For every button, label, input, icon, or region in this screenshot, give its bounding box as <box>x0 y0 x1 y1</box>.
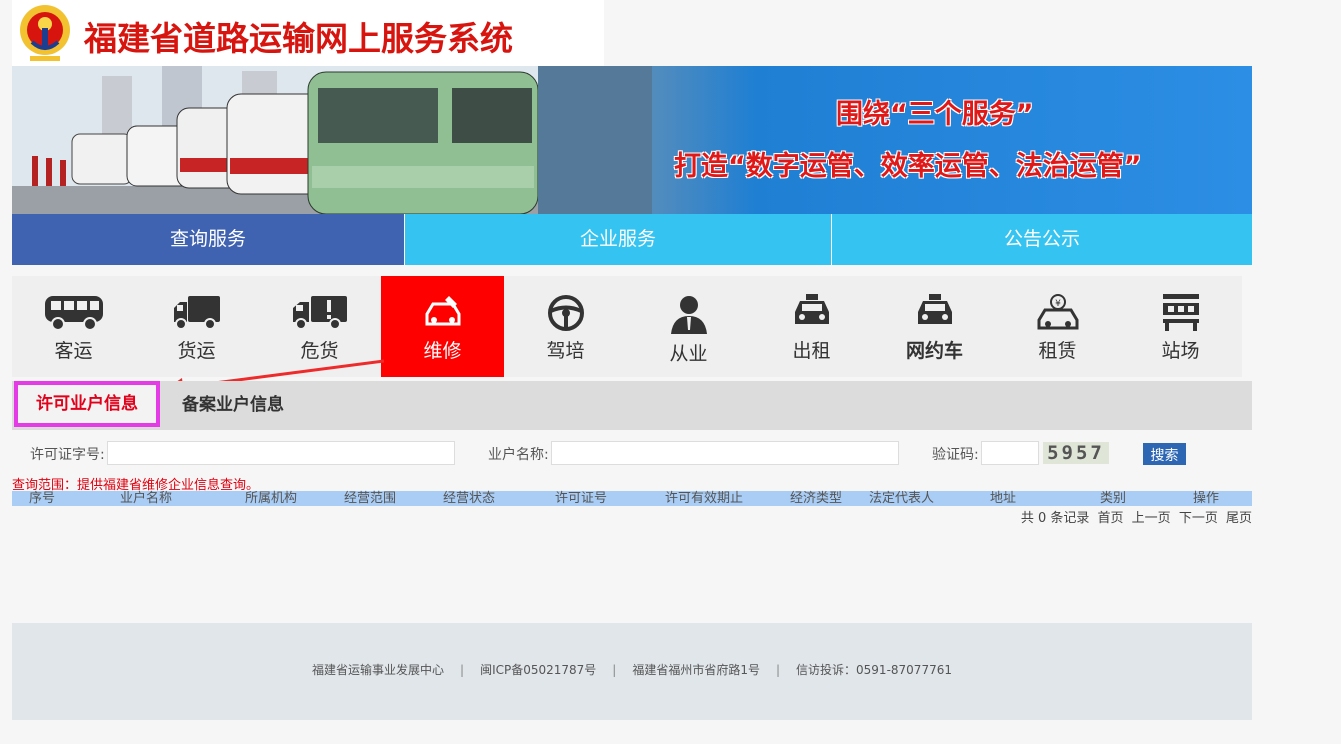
category-label: 租赁 <box>1038 340 1077 362</box>
column-header: 许可证号 <box>555 491 608 506</box>
banner-slogan-line2: 打造“数字运管、效率运管、法治运管” <box>674 151 1142 182</box>
pagination: 共 0 条记录 首页 上一页 下一页 尾页 <box>1017 507 1252 526</box>
captcha-input[interactable] <box>981 441 1039 465</box>
car-repair-icon <box>425 296 460 326</box>
tab-licensed-businesses[interactable]: 许可业户信息 <box>14 381 160 427</box>
nav-tab-enterprise-service[interactable]: 企业服务 <box>405 214 832 265</box>
sub-tabs: 许可业户信息 备案业户信息 <box>12 381 1252 430</box>
person-icon <box>670 296 707 334</box>
footer-info: 福建省运输事业发展中心 | 闽ICP备05021787号 | 福建省福州市省府路1号 | 信… <box>312 663 952 677</box>
bus-fleet-image <box>12 66 652 214</box>
column-header: 法定代表人 <box>869 491 935 506</box>
category-station[interactable]: 站场 <box>1119 276 1242 377</box>
banner: 围绕“三个服务” 打造“数字运管、效率运管、法治运管” <box>12 66 1252 214</box>
column-header: 类别 <box>1100 491 1127 506</box>
record-count: 共 0 条记录 <box>1020 511 1090 526</box>
footer-icp[interactable]: 闽ICP备05021787号 <box>480 663 596 677</box>
hazmat-truck-icon <box>292 296 347 330</box>
category-label: 客运 <box>54 340 93 362</box>
column-header: 经济类型 <box>790 491 843 506</box>
category-label: 驾培 <box>546 340 585 362</box>
category-label: 出租 <box>792 340 831 362</box>
category-taxi[interactable]: 出租 <box>750 276 873 377</box>
results-table-header: 序号 业户名称 所属机构 经营范围 经营状态 许可证号 许可有效期止 经济类型 … <box>12 491 1252 506</box>
car-rental-icon: ¥ <box>1037 294 1078 330</box>
column-header: 操作 <box>1193 491 1220 506</box>
steering-wheel-icon <box>547 295 584 331</box>
category-label: 从业 <box>669 343 708 365</box>
column-header: 地址 <box>990 491 1017 506</box>
ride-hailing-icon <box>917 294 952 324</box>
category-label: 站场 <box>1161 340 1200 362</box>
footer-complaint: 信访投诉：0591-87077761 <box>796 663 952 677</box>
site-header: 福建省道路运输网上服务系统 <box>12 0 604 66</box>
column-header: 序号 <box>29 491 56 506</box>
banner-slogan-line1: 围绕“三个服务” <box>836 99 1034 130</box>
column-header: 经营范围 <box>344 491 397 506</box>
license-number-label: 许可证字号: <box>30 447 105 463</box>
footer-org: 福建省运输事业发展中心 <box>312 663 445 677</box>
category-passenger[interactable]: 客运 <box>12 276 135 377</box>
business-name-input[interactable] <box>551 441 899 465</box>
taxi-icon <box>794 294 829 324</box>
truck-icon <box>173 296 220 330</box>
license-number-input[interactable] <box>107 441 455 465</box>
main-nav: 查询服务 企业服务 公告公示 <box>12 214 1252 265</box>
pager-last-link[interactable]: 尾页 <box>1226 511 1252 526</box>
column-header: 经营状态 <box>443 491 496 506</box>
tab-registered-businesses[interactable]: 备案业户信息 <box>182 381 284 430</box>
column-header: 许可有效期止 <box>665 491 744 506</box>
column-header: 所属机构 <box>245 491 298 506</box>
nav-tab-announcements[interactable]: 公告公示 <box>832 214 1252 265</box>
station-icon <box>1162 294 1199 331</box>
category-driving-school[interactable]: 驾培 <box>504 276 627 377</box>
search-form: 许可证字号: 业户名称: 验证码: 5957 搜索 <box>12 441 1252 467</box>
captcha-image[interactable]: 5957 <box>1043 442 1109 464</box>
business-name-label: 业户名称: <box>488 447 549 463</box>
category-repair[interactable]: 维修 <box>381 276 504 377</box>
captcha-label: 验证码: <box>932 447 979 463</box>
site-title: 福建省道路运输网上服务系统 <box>84 19 513 58</box>
category-ride-hailing[interactable]: 网约车 <box>873 276 996 377</box>
pager-prev-link[interactable]: 上一页 <box>1132 511 1171 526</box>
category-rental[interactable]: ¥ 租赁 <box>996 276 1119 377</box>
category-label: 网约车 <box>905 340 963 362</box>
emblem-icon <box>20 5 70 61</box>
pager-next-link[interactable]: 下一页 <box>1179 511 1218 526</box>
pager-first-link[interactable]: 首页 <box>1098 511 1124 526</box>
nav-tab-query-service[interactable]: 查询服务 <box>12 214 405 265</box>
category-practitioner[interactable]: 从业 <box>627 276 750 377</box>
bus-icon <box>44 296 103 331</box>
footer-address: 福建省福州市省府路1号 <box>632 663 760 677</box>
search-button[interactable]: 搜索 <box>1143 443 1186 465</box>
column-header: 业户名称 <box>120 491 173 506</box>
svg-text:¥: ¥ <box>1055 299 1061 309</box>
footer: 福建省运输事业发展中心 | 闽ICP备05021787号 | 福建省福州市省府路1号 | 信… <box>12 623 1252 720</box>
category-label: 维修 <box>423 340 462 362</box>
